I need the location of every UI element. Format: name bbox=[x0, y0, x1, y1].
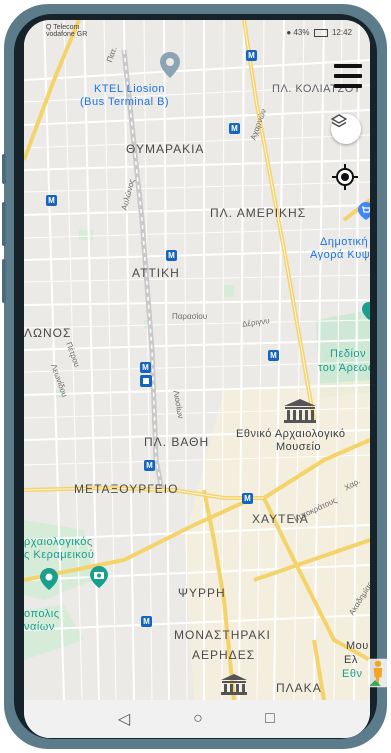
map-label-museum-2[interactable]: Μουσείο bbox=[276, 441, 321, 454]
status-bar: Q Telecom vodafone GR ● 43% 12:42 bbox=[24, 20, 370, 44]
crosshair-icon bbox=[332, 164, 358, 190]
map-label-mous: Μου bbox=[346, 640, 369, 652]
map-label-keramikou-1[interactable]: ρχαιολογικός bbox=[24, 536, 93, 548]
power-button bbox=[2, 259, 6, 303]
map-label-dimotiki[interactable]: Δημοτική bbox=[320, 236, 368, 248]
carrier-line-1: Q Telecom bbox=[46, 24, 80, 31]
menu-icon bbox=[334, 84, 362, 88]
carrier-line-2: vodafone GR bbox=[46, 31, 88, 38]
metro-station-icon[interactable]: M bbox=[229, 123, 240, 134]
volume-button bbox=[2, 154, 6, 184]
map-label-attiki: ΑΤΤΙΚΗ bbox=[132, 266, 180, 280]
metro-station-icon[interactable]: M bbox=[246, 50, 257, 61]
system-nav-bar: ◁ ○ □ bbox=[24, 700, 370, 738]
metro-station-icon[interactable]: M bbox=[242, 493, 253, 504]
phone-screen: KTEL Liosion (Bus Terminal B) ΠΛ. ΚΟΛΙΑΤ… bbox=[24, 20, 370, 738]
layers-icon bbox=[331, 114, 347, 128]
metro-station-icon[interactable]: M bbox=[46, 195, 57, 206]
recents-button[interactable]: □ bbox=[260, 709, 280, 729]
acropolis-icon[interactable] bbox=[220, 674, 248, 696]
attraction-pin-icon[interactable] bbox=[40, 568, 58, 590]
map-view[interactable]: KTEL Liosion (Bus Terminal B) ΠΛ. ΚΟΛΙΑΤ… bbox=[24, 20, 370, 700]
status-time: 12:42 bbox=[331, 28, 352, 37]
metro-station-icon[interactable]: M bbox=[144, 460, 155, 471]
park-area bbox=[224, 285, 234, 297]
map-label-pl-vathi: ΠΛ. ΒΑΘΗ bbox=[144, 435, 210, 449]
map-label-el: Ελ bbox=[344, 654, 358, 666]
map-label-aerides: ΑΕΡΗΔΕΣ bbox=[192, 648, 256, 662]
map-label-metaxourgeio: ΜΕΤΑΞΟΥΡΓΕΙΟ bbox=[74, 482, 179, 496]
map-label-psyrri: ΨΥΡΡΗ bbox=[178, 586, 226, 600]
map-label-akropolis-2[interactable]: ναίων bbox=[24, 621, 55, 633]
bus-stop-icon[interactable] bbox=[140, 375, 152, 389]
map-label-kolonos: ΛΩΝΟΣ bbox=[24, 326, 72, 340]
metro-station-icon[interactable]: M bbox=[141, 616, 152, 627]
battery-icon bbox=[313, 28, 328, 37]
museum-icon[interactable] bbox=[282, 398, 318, 424]
map-label-ktel[interactable]: KTEL Liosion bbox=[94, 83, 165, 95]
menu-icon bbox=[334, 64, 362, 68]
menu-button[interactable] bbox=[332, 64, 364, 92]
status-right: ● 43% 12:42 bbox=[286, 28, 352, 37]
home-button[interactable]: ○ bbox=[188, 709, 208, 729]
battery-percent: 43% bbox=[293, 28, 310, 37]
map-label-bus-terminal[interactable]: (Bus Terminal B) bbox=[80, 96, 169, 108]
map-label-paradeisos: Παρασίου bbox=[172, 312, 208, 321]
map-label-thymarakia: ΘΥΜΑΡΑΚΙΑ bbox=[126, 142, 205, 156]
metro-station-icon[interactable]: M bbox=[268, 350, 279, 361]
carrier-info: Q Telecom vodafone GR bbox=[46, 24, 87, 38]
map-label-agora[interactable]: Αγορά Κυψέλης bbox=[310, 249, 370, 261]
map-label-plaka: ΠΛΑΚΑ bbox=[276, 681, 322, 695]
back-button[interactable]: ◁ bbox=[114, 709, 134, 729]
metro-station-icon[interactable]: M bbox=[140, 362, 151, 373]
my-location-button[interactable] bbox=[331, 163, 361, 193]
park-area bbox=[79, 230, 93, 240]
map-label-pedion[interactable]: Πεδίον bbox=[330, 348, 366, 360]
map-label-keramikou-2[interactable]: ς Κεραμεικού bbox=[24, 549, 94, 561]
volume-button bbox=[2, 202, 6, 246]
menu-icon bbox=[334, 74, 362, 78]
map-label-pl-amerikis: ΠΛ. ΑΜΕΡΙΚΗΣ bbox=[210, 206, 307, 220]
pegman-icon[interactable] bbox=[368, 658, 388, 688]
camera-pin-icon[interactable] bbox=[90, 566, 108, 588]
metro-station-icon[interactable]: M bbox=[166, 250, 177, 261]
map-label-tou-areos[interactable]: του Άρεως bbox=[318, 362, 370, 374]
place-pin-icon[interactable] bbox=[160, 52, 180, 78]
shopping-cart-icon[interactable] bbox=[358, 202, 370, 220]
location-status-icon: ● bbox=[286, 28, 292, 37]
park-pin-icon[interactable] bbox=[362, 302, 370, 320]
map-label-akropolis-1[interactable]: οπολις bbox=[24, 608, 60, 620]
map-label-monastiraki: ΜΟΝΑΣΤΗΡΑΚΙ bbox=[174, 628, 271, 642]
map-label-ethn: Εθν bbox=[342, 668, 363, 680]
map-label-museum-1[interactable]: Εθνικό Αρχαιολογικό bbox=[236, 428, 346, 441]
layers-button[interactable] bbox=[331, 114, 361, 144]
